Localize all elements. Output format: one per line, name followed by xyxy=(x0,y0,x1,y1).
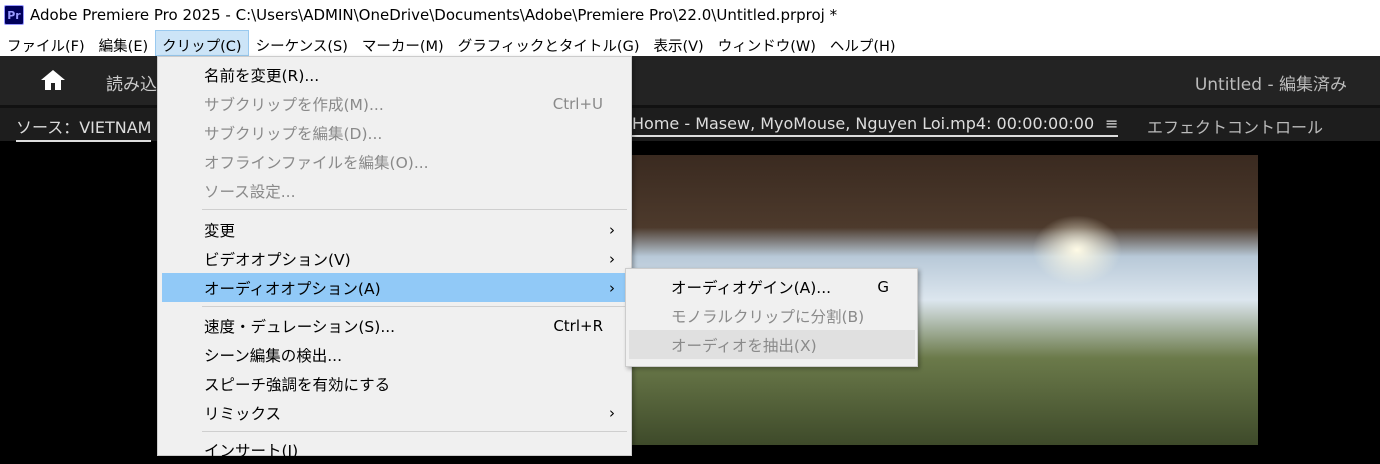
label: オーディオを抽出(X) xyxy=(671,336,817,355)
clip-menu-dropdown: 名前を変更(R)... サブクリップを作成(M)... Ctrl+U サブクリップ… xyxy=(157,56,632,460)
shortcut: G xyxy=(877,277,889,296)
menu-item-rename[interactable]: 名前を変更(R)... xyxy=(162,60,629,89)
project-title: Untitled - 編集済み xyxy=(1194,75,1347,95)
menu-item-insert[interactable]: インサート(I) xyxy=(162,435,629,464)
label: オーディオゲイン(A)... xyxy=(671,278,832,297)
menu-item-make-subclip[interactable]: サブクリップを作成(M)... Ctrl+U xyxy=(162,89,629,118)
menu-item-enhance-speech[interactable]: スピーチ強調を有効にする xyxy=(162,369,629,398)
label: 名前を変更(R)... xyxy=(204,66,320,85)
source-clip-name[interactable]: Home - Masew, MyoMouse, Nguyen Loi.mp4: … xyxy=(632,114,1118,137)
label: 変更 xyxy=(204,221,236,240)
title-bar: Pr Adobe Premiere Pro 2025 - C:\Users\AD… xyxy=(0,0,1380,30)
menu-item-scene-detect[interactable]: シーン編集の検出... xyxy=(162,340,629,369)
menu-view[interactable]: 表示(V) xyxy=(646,30,710,56)
tab-effect-controls[interactable]: エフェクトコントロール xyxy=(1147,114,1323,138)
label: インサート(I) xyxy=(204,441,299,460)
shortcut: Ctrl+R xyxy=(553,316,603,335)
menu-sequence[interactable]: シーケンス(S) xyxy=(249,30,355,56)
tab-source[interactable]: ソース：VIETNAM xyxy=(16,114,152,142)
menu-item-modify[interactable]: 変更 › xyxy=(162,215,629,244)
menu-graphics[interactable]: グラフィックとタイトル(G) xyxy=(451,30,647,56)
chevron-right-icon: › xyxy=(609,403,615,422)
window-title: Adobe Premiere Pro 2025 - C:\Users\ADMIN… xyxy=(30,6,838,24)
menu-item-edit-subclip[interactable]: サブクリップを編集(D)... xyxy=(162,118,629,147)
submenu-audio-gain[interactable]: オーディオゲイン(A)... G xyxy=(629,272,915,301)
separator xyxy=(202,431,627,432)
label: シーン編集の検出... xyxy=(204,346,343,365)
premiere-logo-icon: Pr xyxy=(4,5,24,25)
menu-marker[interactable]: マーカー(M) xyxy=(355,30,451,56)
import-tab[interactable]: 読み込 xyxy=(106,70,157,95)
chevron-right-icon: › xyxy=(609,249,615,268)
label: サブクリップを編集(D)... xyxy=(204,124,383,143)
label: リミックス xyxy=(204,404,282,423)
submenu-split-mono[interactable]: モノラルクリップに分割(B) xyxy=(629,301,915,330)
menu-item-audio-options[interactable]: オーディオオプション(A) › xyxy=(162,273,629,302)
panel-menu-icon[interactable]: ≡ xyxy=(1105,114,1118,133)
chevron-right-icon: › xyxy=(609,220,615,239)
sun-glow xyxy=(1032,215,1122,285)
separator xyxy=(202,209,627,210)
menu-window[interactable]: ウィンドウ(W) xyxy=(711,30,823,56)
label: ビデオオプション(V) xyxy=(204,250,351,269)
label: 速度・デュレーション(S)... xyxy=(204,317,396,336)
label: オフラインファイルを編集(O)... xyxy=(204,153,429,172)
label: スピーチ強調を有効にする xyxy=(204,375,391,394)
menu-clip[interactable]: クリップ(C) xyxy=(155,30,249,56)
menu-item-remix[interactable]: リミックス › xyxy=(162,398,629,427)
shortcut: Ctrl+U xyxy=(552,94,603,113)
label: ソース設定... xyxy=(204,182,296,201)
menu-item-video-options[interactable]: ビデオオプション(V) › xyxy=(162,244,629,273)
menu-item-edit-offline[interactable]: オフラインファイルを編集(O)... xyxy=(162,147,629,176)
menu-item-speed-duration[interactable]: 速度・デュレーション(S)... Ctrl+R xyxy=(162,311,629,340)
menu-file[interactable]: ファイル(F) xyxy=(0,30,92,56)
menu-edit[interactable]: 編集(E) xyxy=(92,30,155,56)
home-icon[interactable] xyxy=(40,68,66,92)
label: モノラルクリップに分割(B) xyxy=(671,307,865,326)
label: サブクリップを作成(M)... xyxy=(204,95,384,114)
menu-help[interactable]: ヘルプ(H) xyxy=(823,30,903,56)
audio-options-submenu: オーディオゲイン(A)... G モノラルクリップに分割(B) オーディオを抽出(… xyxy=(625,268,918,367)
submenu-extract-audio[interactable]: オーディオを抽出(X) xyxy=(629,330,915,359)
separator xyxy=(202,306,627,307)
label: オーディオオプション(A) xyxy=(204,279,381,298)
menu-item-source-settings[interactable]: ソース設定... xyxy=(162,176,629,205)
chevron-right-icon: › xyxy=(609,278,615,297)
menu-bar: ファイル(F) 編集(E) クリップ(C) シーケンス(S) マーカー(M) グ… xyxy=(0,30,1380,56)
